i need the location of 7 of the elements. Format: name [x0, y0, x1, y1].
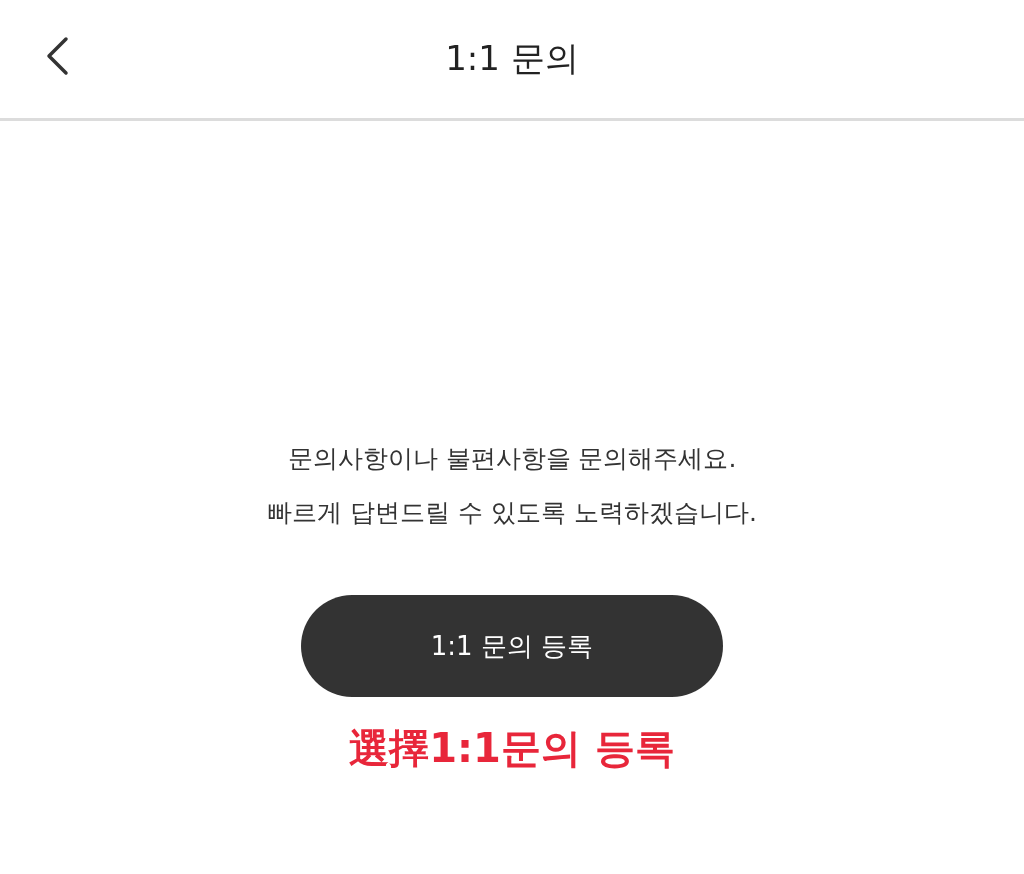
info-text: 문의사항이나 불편사항을 문의해주세요.: [287, 443, 737, 475]
back-icon: [44, 36, 70, 76]
info-text: 빠르게 답변드릴 수 있도록 노력하겠습니다.: [267, 497, 757, 529]
annotation-text: 選擇1:1문의 등록: [349, 724, 675, 773]
page-title: 1:1 문의: [445, 37, 579, 80]
register-inquiry-button[interactable]: 1:1 문의 등록: [301, 595, 723, 697]
back-button[interactable]: [44, 36, 70, 76]
